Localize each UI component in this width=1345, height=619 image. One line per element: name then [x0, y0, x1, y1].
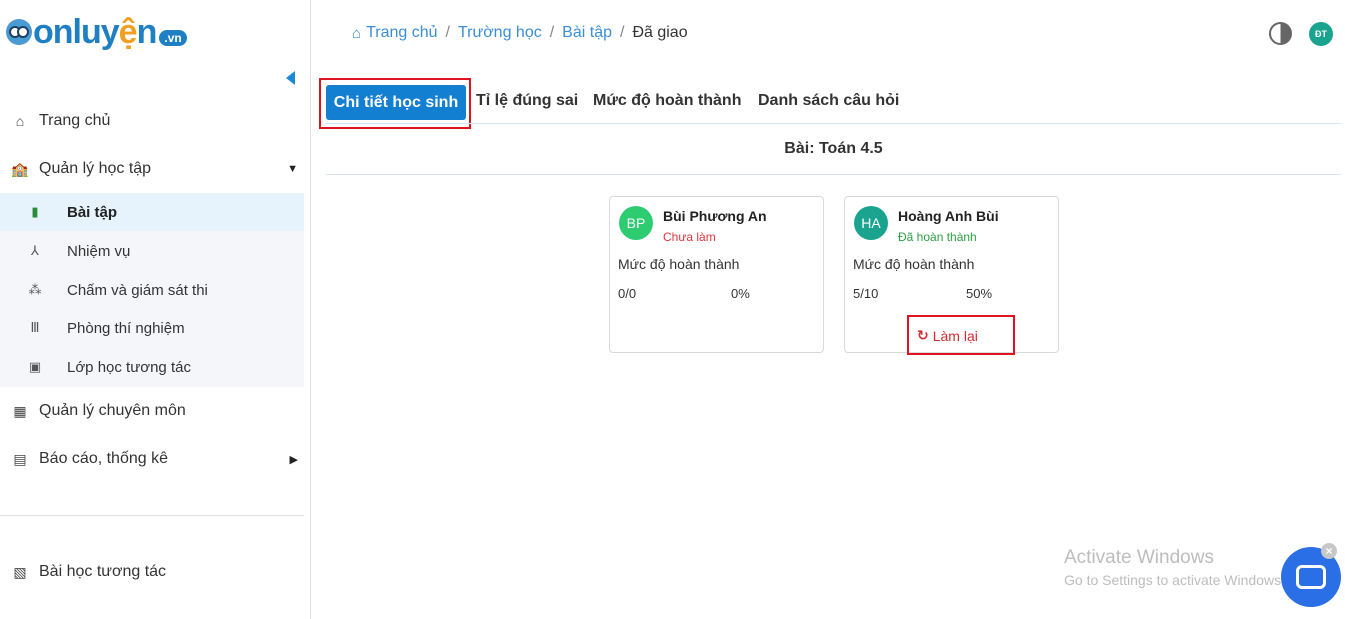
sidebar-divider — [0, 515, 304, 516]
sidebar-item-professional[interactable]: ▦ Quản lý chuyên môn — [0, 400, 304, 422]
sidebar-item-label: Lớp học tương tác — [67, 358, 191, 376]
home-icon[interactable]: ⌂ — [352, 25, 361, 42]
tabs-divider — [326, 123, 1341, 124]
sidebar-item-label: Báo cáo, thống kê — [39, 450, 168, 467]
breadcrumb-home[interactable]: Trang chủ — [366, 24, 437, 42]
caret-down-icon: ▼ — [287, 163, 298, 175]
tab-completion-level[interactable]: Mức độ hoàn thành — [593, 92, 741, 110]
report-icon: ▤ — [13, 450, 27, 467]
redo-button[interactable]: ↻ Làm lại — [917, 327, 978, 344]
tab-question-list[interactable]: Danh sách câu hỏi — [758, 92, 899, 110]
sidebar-item-classroom[interactable]: ▣ Lớp học tương tác — [0, 348, 304, 386]
theme-toggle-icon[interactable] — [1269, 22, 1292, 45]
sidebar-item-task[interactable]: ⅄ Nhiệm vụ — [0, 232, 304, 270]
sidebar-item-lab[interactable]: Ⅲ Phòng thí nghiệm — [0, 309, 304, 347]
breadcrumb-exercise[interactable]: Bài tập — [562, 24, 612, 42]
sidebar-item-exercise[interactable]: ▮ Bài tập — [0, 193, 304, 231]
exercise-icon: ▮ — [31, 204, 39, 219]
sidebar-item-label: Phòng thí nghiệm — [67, 319, 185, 337]
chat-bubble-icon — [1296, 565, 1326, 589]
breadcrumb-separator: / — [445, 24, 450, 41]
user-avatar[interactable]: ĐT — [1309, 22, 1333, 46]
student-percent: 50% — [966, 286, 993, 301]
sidebar-item-label: Chấm và giám sát thi — [67, 281, 208, 299]
breadcrumb-school[interactable]: Trường học — [458, 24, 542, 42]
activate-windows-subtitle: Go to Settings to activate Windows. — [1064, 572, 1285, 588]
breadcrumb: ⌂ Trang chủ / Trường học / Bài tập / Đã … — [352, 24, 688, 42]
close-icon[interactable]: × — [1321, 543, 1337, 559]
logo-text: onluyện — [33, 13, 157, 51]
logo-tld: .vn — [159, 30, 187, 46]
caret-right-icon: ▶ — [289, 453, 298, 466]
sidebar-item-label: Bài tập — [67, 203, 118, 221]
sidebar-collapse-button[interactable] — [286, 71, 295, 85]
breadcrumb-separator: / — [549, 24, 555, 41]
sidebar-item-reports[interactable]: ▤ Báo cáo, thống kê ▶ — [0, 448, 304, 470]
lab-icon: Ⅲ — [30, 320, 40, 335]
activate-windows-title: Activate Windows — [1064, 547, 1214, 568]
sidebar-item-learning[interactable]: 🏫 Quản lý học tập ▼ — [0, 158, 304, 180]
sidebar-item-label: Bài học tương tác — [39, 563, 167, 580]
completion-label: Mức độ hoàn thành — [618, 256, 740, 272]
sidebar-item-label: Quản lý học tập — [39, 160, 152, 177]
refresh-icon: ↻ — [917, 327, 929, 343]
student-status: Đã hoàn thành — [898, 230, 977, 244]
assignment-title: Bài: Toán 4.5 — [784, 140, 883, 157]
lesson-icon: ▧ — [13, 563, 27, 580]
student-score: 0/0 — [618, 286, 637, 301]
exam-icon: ⁂ — [28, 282, 42, 297]
owl-logo-icon — [6, 19, 32, 45]
tab-correct-ratio[interactable]: Tỉ lệ đúng sai — [476, 92, 578, 110]
breadcrumb-separator: / — [619, 24, 625, 41]
student-card[interactable]: BP Bùi Phương An Chưa làm Mức độ hoàn th… — [609, 196, 824, 353]
sidebar-item-home[interactable]: ⌂ Trang chủ — [0, 110, 304, 132]
redo-label: Làm lại — [932, 327, 978, 344]
sidebar-item-label: Trang chủ — [39, 112, 111, 129]
student-avatar: BP — [619, 206, 653, 240]
onluyen-logo[interactable]: onluyện .vn — [6, 10, 187, 54]
student-name: Bùi Phương An — [663, 208, 767, 224]
student-percent: 0% — [731, 286, 750, 301]
classroom-icon: ▣ — [28, 359, 42, 374]
sidebar-item-interactive-lesson[interactable]: ▧ Bài học tương tác — [0, 561, 304, 583]
calendar-icon: ▦ — [13, 402, 27, 419]
student-name: Hoàng Anh Bùi — [898, 208, 999, 224]
breadcrumb-current: Đã giao — [632, 24, 688, 41]
sidebar-item-label: Nhiệm vụ — [67, 242, 131, 260]
learning-submenu: ▮ Bài tập ⅄ Nhiệm vụ ⁂ Chấm và giám sát … — [0, 193, 304, 387]
student-score: 5/10 — [853, 286, 879, 301]
sidebar: onluyện .vn ⌂ Trang chủ 🏫 Quản lý học tậ… — [0, 0, 311, 619]
title-divider — [326, 174, 1341, 175]
home-icon: ⌂ — [15, 113, 25, 129]
student-status: Chưa làm — [663, 230, 716, 244]
sidebar-item-label: Quản lý chuyên môn — [39, 402, 186, 419]
school-icon: 🏫 — [11, 160, 29, 177]
completion-label: Mức độ hoàn thành — [853, 256, 975, 272]
task-icon: ⅄ — [31, 243, 39, 258]
tab-student-details[interactable]: Chi tiết học sinh — [326, 85, 466, 120]
sidebar-item-exam[interactable]: ⁂ Chấm và giám sát thi — [0, 271, 304, 309]
student-avatar: HA — [854, 206, 888, 240]
